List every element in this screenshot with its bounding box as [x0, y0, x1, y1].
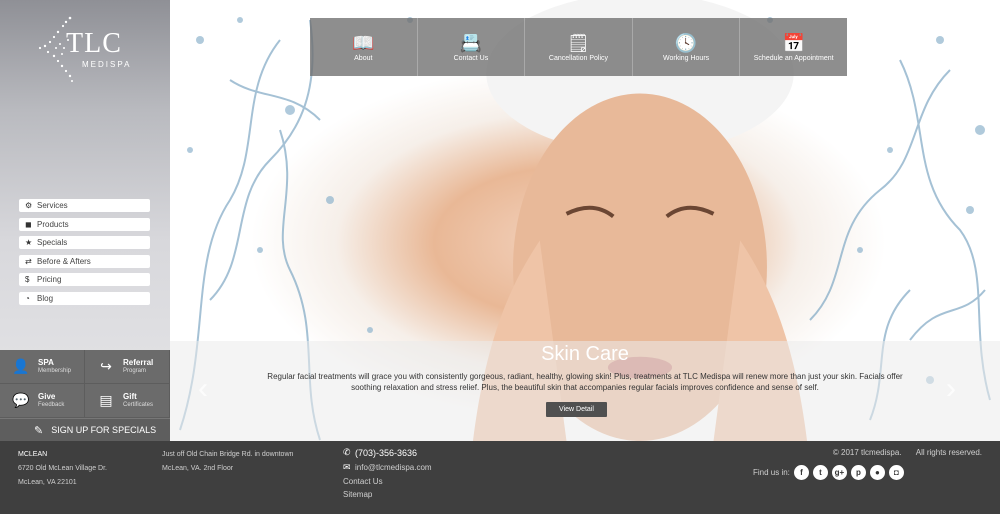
footer-phone: (703)-356-3636 — [355, 447, 418, 458]
sidebar-menu: ⚙ Services ◼ Products ★ Specials ⇄ Befor… — [19, 199, 150, 310]
gear-icon: ⚙ — [25, 201, 33, 210]
quick-subtitle: Membership — [38, 367, 72, 374]
sidebar-item-blog[interactable]: ◔ Blog — [19, 291, 150, 305]
nav-about[interactable]: 📖 About — [310, 18, 418, 76]
star-icon: ★ — [25, 238, 33, 247]
quick-links: 👤 SPA Membership ↪ Referral Program 💬 Give… — [0, 350, 170, 418]
give-feedback-button[interactable]: 💬 Give Feedback — [0, 384, 85, 418]
google-plus-icon[interactable]: g+ — [831, 465, 847, 480]
top-navigation: 📖 About 📇 Contact Us 🗒 Cancellation Poli… — [310, 18, 847, 76]
footer-contact-link[interactable]: Contact Us — [343, 477, 432, 486]
footer-street: 6720 Old McLean Village Dr. — [18, 465, 107, 472]
nav-cancellation-policy[interactable]: 🗒 Cancellation Policy — [525, 18, 633, 76]
policy-icon: 🗒 — [567, 32, 590, 53]
book-icon: 📖 — [352, 32, 375, 53]
footer-directions-line2: McLean, VA. 2nd Floor — [162, 465, 234, 472]
nav-label: Schedule an Appointment — [753, 54, 834, 62]
contact-card-icon: 📇 — [459, 32, 483, 53]
slide-caption: Skin Care Regular facial treatments will… — [170, 341, 1000, 441]
share-icon: ↪ — [100, 358, 112, 374]
footer: MCLEAN 6720 Old McLean Village Dr. McLea… — [0, 441, 1000, 514]
calendar-icon: 📅 — [782, 32, 805, 53]
logo-brand: TLC — [66, 28, 122, 59]
logo[interactable]: TLC MEDISPA — [36, 10, 136, 82]
nav-working-hours[interactable]: 🕓 Working Hours — [633, 18, 741, 76]
nav-contact-us[interactable]: 📇 Contact Us — [418, 18, 526, 76]
signup-specials-button[interactable]: ✎ SIGN UP FOR SPECIALS — [0, 418, 170, 441]
sidebar-item-specials[interactable]: ★ Specials — [19, 236, 150, 249]
footer-citystate: McLean, VA 22101 — [18, 479, 77, 486]
logo-subtitle: MEDISPA — [82, 60, 132, 69]
nav-label: Contact Us — [453, 54, 489, 62]
quick-subtitle: Program — [123, 367, 147, 374]
nav-label: Cancellation Policy — [548, 54, 609, 62]
quick-title: Referral — [123, 357, 154, 367]
footer-copyright: © 2017 tlcmedispa. All rights reserved. — [833, 448, 982, 457]
nav-schedule-appointment[interactable]: 📅 Schedule an Appointment — [740, 18, 847, 76]
twitter-icon[interactable]: t — [812, 465, 828, 480]
sidebar-item-before-afters[interactable]: ⇄ Before & Afters — [19, 254, 150, 268]
quick-subtitle: Feedback — [38, 401, 65, 408]
find-us: Find us in: f t g+ p ● ◘ — [753, 465, 908, 480]
quick-title: Give — [38, 391, 56, 401]
sidebar: TLC MEDISPA ⚙ Services ◼ Products ★ Spec… — [0, 0, 170, 441]
sidebar-item-label: Products — [37, 219, 69, 229]
next-slide-arrow-icon[interactable]: › — [946, 372, 956, 406]
envelope-icon: ✉ — [343, 462, 351, 472]
view-detail-button[interactable]: View Detail — [546, 402, 607, 417]
facebook-icon[interactable]: f — [793, 465, 809, 480]
footer-email: info@tlcmedispa.com — [355, 463, 432, 472]
footer-city: MCLEAN — [18, 451, 48, 458]
footer-directions: Just off Old Chain Bridge Rd. in downtow… — [162, 448, 293, 476]
footer-contact: ✆ (703)-356-3636 ✉ info@tlcmedispa.com C… — [343, 447, 432, 499]
instagram-icon[interactable]: ◘ — [888, 465, 904, 480]
map-pin-icon[interactable]: ● — [869, 465, 885, 480]
quick-title: SPA — [38, 357, 54, 367]
pinterest-icon[interactable]: p — [850, 465, 866, 480]
nav-label: Working Hours — [662, 54, 710, 62]
certificate-icon: ▤ — [99, 392, 113, 408]
quick-title: Gift — [123, 391, 137, 401]
footer-directions-line1: Just off Old Chain Bridge Rd. in downtow… — [162, 451, 294, 458]
nav-label: About — [354, 54, 373, 62]
sidebar-item-services[interactable]: ⚙ Services — [19, 199, 150, 212]
signup-label: SIGN UP FOR SPECIALS — [51, 425, 157, 435]
sidebar-item-label: Blog — [37, 293, 54, 303]
phone-icon: ✆ — [343, 447, 351, 457]
quick-subtitle: Certificates — [123, 401, 154, 408]
sidebar-item-products[interactable]: ◼ Products — [19, 217, 150, 231]
find-us-label: Find us in: — [753, 468, 790, 477]
refresh-icon: ⇄ — [25, 256, 32, 266]
prev-slide-arrow-icon[interactable]: ‹ — [198, 372, 208, 406]
sidebar-item-label: Before & Afters — [37, 256, 91, 266]
edit-icon: ✎ — [34, 424, 44, 437]
chat-icon: 💬 — [12, 392, 30, 408]
spa-membership-button[interactable]: 👤 SPA Membership — [0, 350, 85, 384]
copyright-text: © 2017 tlcmedispa. — [832, 448, 902, 457]
sidebar-item-pricing[interactable]: $ Pricing — [19, 273, 150, 286]
social-links: f t g+ p ● ◘ — [793, 465, 908, 480]
dollar-icon: $ — [25, 275, 30, 284]
referral-program-button[interactable]: ↪ Referral Program — [85, 350, 170, 384]
sidebar-item-label: Services — [37, 201, 68, 210]
footer-email-link[interactable]: ✉ info@tlcmedispa.com — [343, 462, 432, 473]
cube-icon: ◼ — [25, 219, 32, 229]
slide-title: Skin Care — [541, 343, 629, 365]
footer-address: MCLEAN 6720 Old McLean Village Dr. McLea… — [18, 448, 107, 490]
user-add-icon: 👤 — [12, 358, 30, 374]
rights-text: All rights reserved. — [915, 448, 982, 457]
footer-sitemap-link[interactable]: Sitemap — [343, 490, 432, 499]
slide-text: Regular facial treatments will grace you… — [267, 372, 903, 392]
clock-icon: 🕓 — [674, 32, 698, 53]
gift-certificates-button[interactable]: ▤ Gift Certificates — [85, 384, 170, 418]
sidebar-item-label: Specials — [37, 238, 68, 247]
rss-icon: ◔ — [25, 293, 30, 303]
footer-phone-link[interactable]: ✆ (703)-356-3636 — [343, 447, 432, 458]
sidebar-item-label: Pricing — [37, 275, 62, 284]
